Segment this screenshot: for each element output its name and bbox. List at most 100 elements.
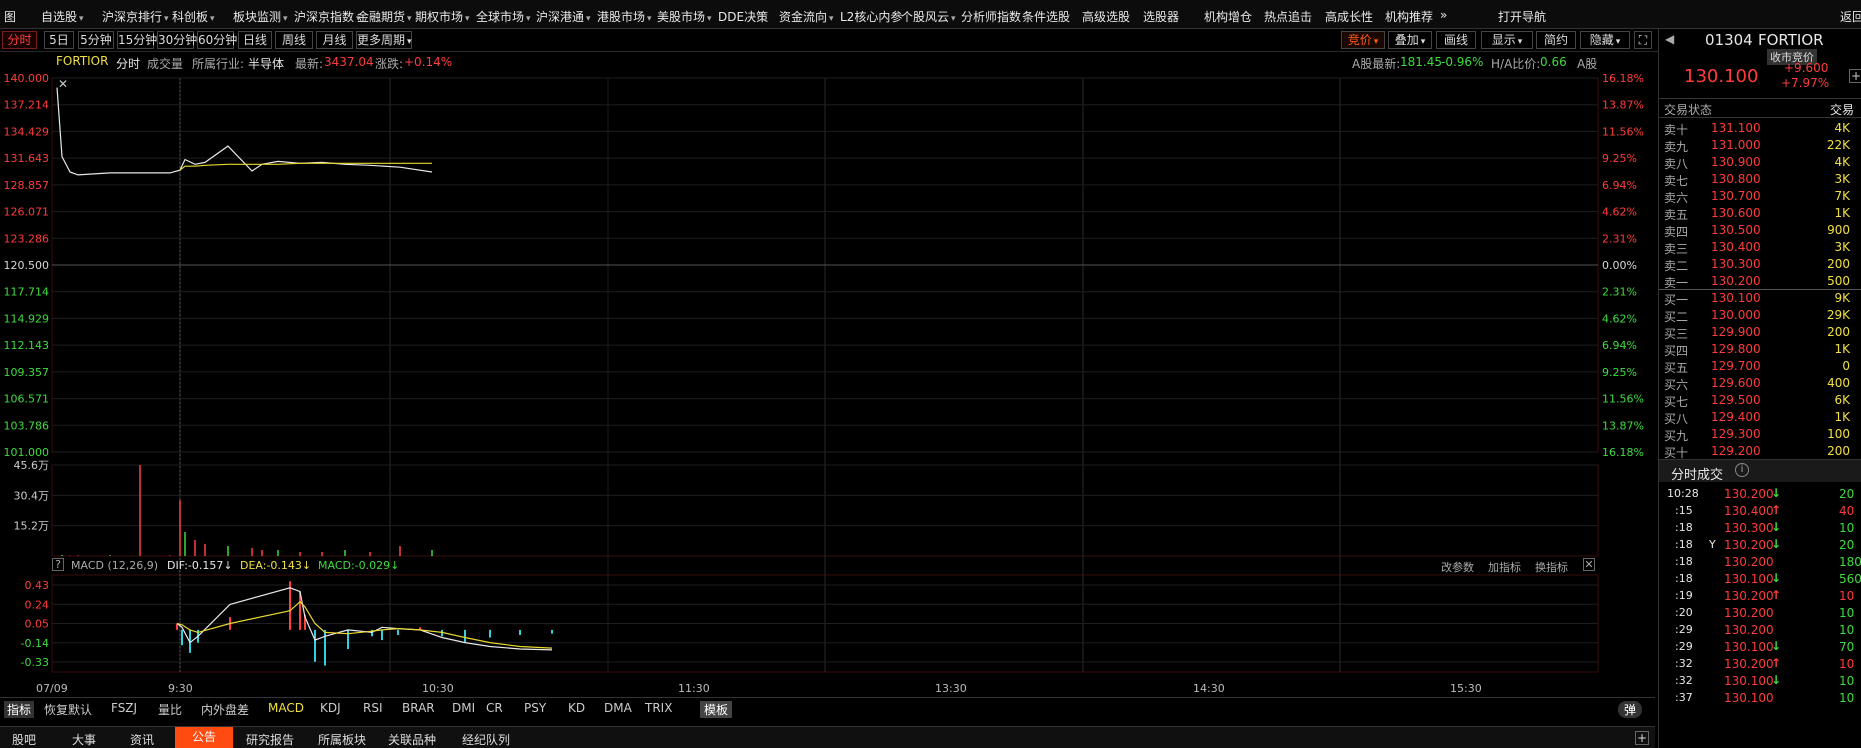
- arrow-down-icon: ↓: [1771, 673, 1782, 687]
- indicator-tab-item[interactable]: 弹: [1618, 701, 1643, 718]
- help-icon[interactable]: ?: [52, 558, 64, 571]
- indicator-tab-dma[interactable]: DMA: [604, 701, 632, 715]
- macd-tick-label: 0.05: [25, 618, 50, 631]
- side-panel: ◀ 01304 FORTIOR 收市竞价 130.100 +9.600 +7.9…: [1658, 29, 1861, 748]
- indicator-tab-item[interactable]: 模板: [700, 701, 733, 718]
- indicator-tab-item[interactable]: 量比: [158, 701, 182, 718]
- bid-row[interactable]: 买八 129.400 1K: [1659, 409, 1861, 426]
- ask-row[interactable]: 卖二 130.300 200: [1659, 256, 1861, 273]
- bid-row[interactable]: 买一 130.100 9K: [1659, 290, 1861, 307]
- footer-tab-6[interactable]: 关联品种: [388, 731, 436, 748]
- footer-tab-7[interactable]: 经纪队列: [462, 731, 510, 748]
- level-label: 买五: [1664, 361, 1689, 375]
- level-price: 130.400: [1711, 240, 1761, 254]
- bid-row[interactable]: 买七 129.500 6K: [1659, 392, 1861, 409]
- arrow-up-icon: ↑: [1771, 588, 1782, 602]
- bid-row[interactable]: 买五 129.700 0: [1659, 358, 1861, 375]
- info-icon[interactable]: i: [1735, 463, 1749, 477]
- price-tick-label: 120.500: [4, 259, 50, 272]
- trade-price: 130.200: [1724, 487, 1774, 501]
- cursor-x-icon: ✕: [58, 77, 68, 91]
- price-tick-label: 140.000: [4, 72, 50, 85]
- level-price: 130.300: [1711, 257, 1761, 271]
- arrow-down-icon: ↓: [1771, 639, 1782, 653]
- footer-tab-5[interactable]: 所属板块: [318, 731, 366, 748]
- trade-row: :18 130.200 180: [1659, 554, 1861, 571]
- arrow-up-icon: ↑: [1771, 503, 1782, 517]
- trade-price: 130.100: [1724, 572, 1774, 586]
- ask-row[interactable]: 卖七 130.800 3K: [1659, 171, 1861, 188]
- trade-volume: 10: [1839, 521, 1855, 535]
- menu-item-26[interactable]: 返回: [1840, 8, 1861, 25]
- ask-row[interactable]: 卖十 131.100 4K: [1659, 120, 1861, 137]
- time-tick-label: 10:30: [422, 682, 454, 695]
- ask-row[interactable]: 卖八 130.900 4K: [1659, 154, 1861, 171]
- bid-row[interactable]: 买六 129.600 400: [1659, 375, 1861, 392]
- bid-row[interactable]: 买三 129.900 200: [1659, 324, 1861, 341]
- time-share-chart[interactable]: ✕ 140.000 16.18% 137.214 13.87% 134.429 11.56…: [0, 0, 1655, 697]
- add-icon[interactable]: +: [1849, 69, 1861, 83]
- footer-tab-3[interactable]: 公告: [175, 727, 233, 748]
- price-tick-label: 117.714: [4, 286, 50, 299]
- arrow-down-icon: ↓: [1771, 537, 1782, 551]
- indicator-tab-rsi[interactable]: RSI: [363, 701, 383, 715]
- level-label: 卖七: [1664, 174, 1689, 188]
- indicator-tab-item[interactable]: 恢复默认: [44, 701, 92, 718]
- add-indicator-button[interactable]: 加指标: [1488, 559, 1521, 575]
- ask-row[interactable]: 卖一 130.200 500: [1659, 273, 1861, 290]
- indicator-tab-item[interactable]: 内外盘差: [201, 701, 249, 718]
- price-tick-label: 131.643: [4, 152, 50, 165]
- change-params-button[interactable]: 改参数: [1441, 559, 1474, 575]
- level-price: 129.800: [1711, 342, 1761, 356]
- indicator-tab-psy[interactable]: PSY: [524, 701, 546, 715]
- price-tick-label: 126.071: [4, 206, 50, 219]
- footer-tab-0[interactable]: 股吧: [12, 731, 36, 748]
- indicator-tab-dmi[interactable]: DMI: [452, 701, 475, 715]
- bid-row[interactable]: 买九 129.300 100: [1659, 426, 1861, 443]
- time-tick-label: 13:30: [935, 682, 967, 695]
- footer-tab-2[interactable]: 资讯: [130, 731, 154, 748]
- pct-tick-label: 6.94%: [1602, 339, 1637, 352]
- level-volume: 200: [1827, 257, 1850, 271]
- indicator-tab-item[interactable]: 指标: [4, 701, 35, 718]
- level-volume: 200: [1827, 444, 1850, 458]
- trade-price: 130.400: [1724, 504, 1774, 518]
- level-label: 卖四: [1664, 225, 1689, 239]
- ask-row[interactable]: 卖六 130.700 7K: [1659, 188, 1861, 205]
- trade-price: 130.300: [1724, 521, 1774, 535]
- ask-row[interactable]: 卖四 130.500 900: [1659, 222, 1861, 239]
- ask-row[interactable]: 卖五 130.600 1K: [1659, 205, 1861, 222]
- trade-price: 130.100: [1724, 674, 1774, 688]
- switch-indicator-button[interactable]: 换指标: [1535, 559, 1568, 575]
- indicator-tab-fszj[interactable]: FSZJ: [111, 701, 137, 715]
- bid-row[interactable]: 买二 130.000 29K: [1659, 307, 1861, 324]
- bid-row[interactable]: 买四 129.800 1K: [1659, 341, 1861, 358]
- trade-row: :29 130.200 10: [1659, 622, 1861, 639]
- ask-row[interactable]: 卖九 131.000 22K: [1659, 137, 1861, 154]
- macd-tick-label: 0.24: [25, 598, 50, 611]
- level-volume: 400: [1827, 376, 1850, 390]
- indicator-tab-cr[interactable]: CR: [486, 701, 503, 715]
- indicator-tab-kdj[interactable]: KDJ: [320, 701, 341, 715]
- collapse-left-icon[interactable]: ◀: [1665, 32, 1674, 46]
- level-label: 卖八: [1664, 157, 1689, 171]
- footer-tab-1[interactable]: 大事: [72, 731, 96, 748]
- close-icon[interactable]: ✕: [1583, 558, 1595, 571]
- side-change: +9.600: [1784, 61, 1829, 75]
- expand-icon[interactable]: +: [1635, 731, 1649, 745]
- indicator-tab-brar[interactable]: BRAR: [402, 701, 435, 715]
- bid-row[interactable]: 买十 129.200 200: [1659, 443, 1861, 460]
- footer-tab-4[interactable]: 研究报告: [246, 731, 294, 748]
- trade-row: :37 130.100 10: [1659, 690, 1861, 707]
- level-price: 130.200: [1711, 274, 1761, 288]
- indicator-tab-trix[interactable]: TRIX: [645, 701, 672, 715]
- price-tick-label: 123.286: [4, 232, 50, 245]
- trade-volume: 10: [1839, 674, 1855, 688]
- side-pct: +7.97%: [1781, 76, 1830, 90]
- ask-row[interactable]: 卖三 130.400 3K: [1659, 239, 1861, 256]
- indicator-tab-kd[interactable]: KD: [568, 701, 585, 715]
- level-volume: 22K: [1826, 138, 1850, 152]
- arrow-down-icon: ↓: [1771, 486, 1782, 500]
- pct-tick-label: 4.62%: [1602, 312, 1637, 325]
- indicator-tab-macd[interactable]: MACD: [268, 701, 304, 715]
